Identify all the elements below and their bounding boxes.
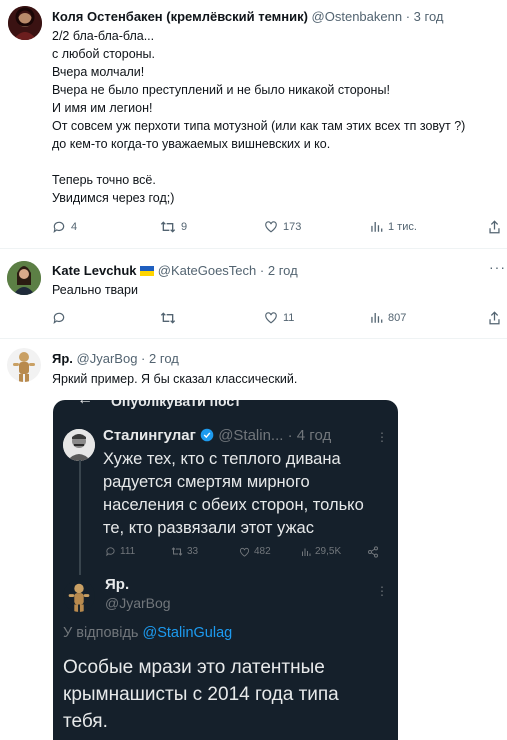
tweet-actions: 4 9 173 1 тис.	[52, 220, 502, 236]
like-button[interactable]: 11	[264, 311, 294, 324]
embedded-views-count: 29,5K	[315, 546, 342, 557]
stalin-portrait-icon	[63, 429, 95, 461]
embedded-like-count: 482	[254, 546, 271, 557]
separator: ·	[405, 9, 411, 24]
tweet-text: Яркий пример. Я бы сказал классический.	[52, 372, 298, 386]
reply-icon	[53, 221, 65, 234]
tweet-header: Kate Levchuk @KateGoesTech · 2 год	[52, 263, 298, 278]
retweet-button[interactable]	[160, 311, 181, 325]
reply-count: 4	[71, 221, 78, 233]
wooden-mannequin-icon	[7, 348, 41, 382]
verified-badge-icon	[200, 428, 214, 442]
back-arrow-icon: ←	[77, 400, 93, 409]
avatar[interactable]	[7, 261, 41, 295]
embedded-header-title: Опублікувати пост	[111, 400, 242, 409]
embedded-retweet: 33	[171, 546, 198, 557]
views-count: 807	[388, 311, 407, 324]
embedded-reply: 111	[105, 546, 135, 557]
author-handle[interactable]: @Ostenbakenn	[312, 9, 403, 24]
author-handle[interactable]: @KateGoesTech	[158, 263, 256, 278]
embedded-reply-avatar	[63, 580, 95, 612]
tweet-kategoestech[interactable]: Kate Levchuk @KateGoesTech · 2 год ··· Р…	[0, 249, 507, 338]
embedded-reply-more-icon: ⋮	[376, 584, 389, 598]
author-name[interactable]: Коля Остенбакен (кремлёвский темник)	[52, 9, 308, 24]
heart-icon	[265, 312, 277, 324]
timestamp[interactable]: 2 год	[149, 351, 179, 366]
tweet-header: Яр. @JyarBog · 2 год	[52, 351, 179, 366]
ukraine-flag-icon	[140, 266, 155, 276]
share-button[interactable]	[488, 311, 501, 325]
embedded-like: 482	[239, 546, 271, 557]
heart-icon	[265, 221, 277, 233]
embedded-actions: 111 33 482 29,5K	[105, 546, 395, 560]
embedded-share	[367, 546, 379, 558]
views-chart-icon	[371, 312, 383, 323]
separator: ·	[259, 263, 265, 278]
embedded-reply-count: 111	[120, 546, 136, 557]
like-count: 11	[283, 311, 295, 324]
embedded-more-icon: ⋮	[376, 430, 389, 444]
like-button[interactable]: 173	[264, 220, 301, 233]
reply-to-link: @StalinGulag	[142, 625, 233, 641]
timestamp[interactable]: 2 год	[268, 263, 298, 278]
views-count: 1 тис.	[388, 220, 417, 233]
embedded-avatar	[63, 429, 95, 461]
views-button[interactable]: 807	[370, 311, 406, 324]
retweet-icon	[160, 221, 176, 233]
embedded-reply-text: Особые мрази это латентные крымнашисты с…	[63, 657, 339, 732]
avatar-image-icon	[7, 261, 41, 295]
views-chart-icon	[302, 548, 311, 556]
share-button[interactable]	[488, 220, 501, 234]
retweet-icon	[160, 312, 176, 324]
reply-button[interactable]	[52, 311, 71, 325]
avatar[interactable]	[7, 348, 41, 382]
timestamp[interactable]: 3 год	[414, 9, 444, 24]
embedded-quoted-handle: @Stalin...	[218, 427, 284, 444]
embedded-reply-handle: @JyarBog	[105, 595, 171, 611]
share-icon	[489, 220, 500, 234]
views-chart-icon	[371, 221, 383, 232]
embedded-quoted-header: Сталингулаг @Stalin... · 4 год	[103, 427, 331, 444]
more-options-icon[interactable]: ···	[489, 259, 506, 275]
retweet-icon	[171, 547, 183, 556]
author-name[interactable]: Яр.	[52, 351, 73, 366]
views-button[interactable]: 1 тис.	[370, 220, 417, 233]
tweet-ostenbakenn[interactable]: Коля Остенбакен (кремлёвский темник) @Os…	[0, 0, 507, 248]
author-name[interactable]: Kate Levchuk	[52, 263, 137, 278]
reply-button[interactable]: 4	[52, 220, 77, 234]
share-icon	[489, 311, 500, 325]
reply-to-prefix: У відповідь	[63, 625, 139, 641]
like-count: 173	[283, 220, 302, 233]
embedded-reply-to: У відповідь @StalinGulag	[63, 625, 232, 641]
tweet-actions: 11 807	[52, 311, 502, 327]
author-handle[interactable]: @JyarBog	[77, 351, 138, 366]
embedded-topbar: ← Опублікувати пост	[53, 400, 398, 414]
embedded-quoted-name: Сталингулаг	[103, 427, 196, 444]
share-nodes-icon	[368, 546, 378, 558]
embedded-retweet-count: 33	[187, 546, 199, 557]
embedded-views: 29,5K	[301, 546, 341, 557]
retweet-button[interactable]: 9	[160, 220, 187, 234]
retweet-count: 9	[181, 221, 188, 233]
reply-icon	[106, 547, 115, 557]
embedded-quoted-time: · 4 год	[287, 427, 332, 444]
separator: ·	[141, 351, 146, 366]
embedded-reply-name: Яр.	[105, 576, 130, 593]
avatar-image-icon	[8, 6, 42, 40]
tweet-header: Коля Остенбакен (кремлёвский темник) @Os…	[52, 9, 444, 24]
reply-icon	[53, 312, 65, 325]
tweet-text: 2/2 бла-бла-бла... с любой стороны. Вчер…	[52, 29, 466, 205]
wooden-mannequin-icon	[63, 580, 95, 612]
heart-icon	[239, 547, 250, 557]
thread-line	[79, 460, 81, 575]
attached-image[interactable]: ← Опублікувати пост Сталингулаг @Stalin.…	[53, 400, 398, 740]
tweet-text: Реально твари	[52, 283, 138, 297]
embedded-quoted-text: Хуже тех, кто с теплого дивана радуется …	[103, 450, 364, 537]
avatar[interactable]	[8, 6, 42, 40]
